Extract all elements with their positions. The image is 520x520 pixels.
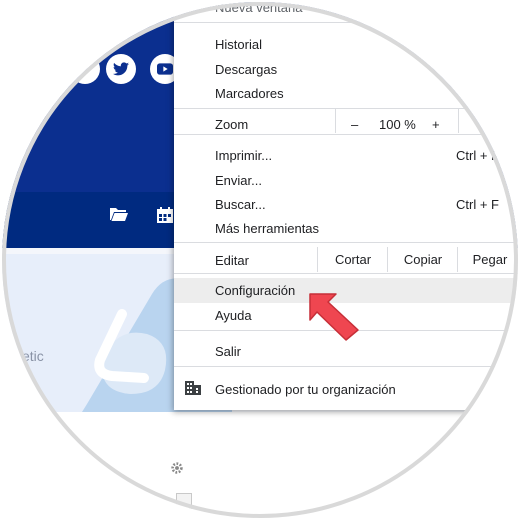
menu-item-history[interactable]: Historial: [215, 37, 262, 52]
zoom-divider: [335, 108, 336, 133]
screenshot-stage: etic Nueva ventana Historial Descargas M…: [0, 0, 520, 520]
zoom-divider: [458, 108, 459, 133]
paste-label: Pegar: [472, 252, 508, 267]
menu-separator: [174, 273, 518, 274]
page-lower-section: [2, 412, 518, 518]
menu-item-exit[interactable]: Salir: [215, 344, 241, 359]
folder-icon[interactable]: [110, 207, 128, 226]
menu-item-zoom: Zoom: [215, 117, 249, 132]
managed-by-org-text[interactable]: Gestionado por tu organización: [215, 382, 396, 397]
zoom-out-button[interactable]: –: [351, 117, 358, 132]
menu-item-new-window[interactable]: Nueva ventana: [215, 2, 302, 15]
twitter-icon[interactable]: [106, 54, 136, 84]
menu-separator: [174, 108, 518, 109]
building-icon: [185, 379, 201, 400]
menu-separator: [174, 242, 518, 243]
cut-button[interactable]: Cortar: [317, 247, 388, 272]
calendar-icon[interactable]: [157, 207, 173, 228]
menu-separator: [174, 366, 518, 367]
menu-item-send[interactable]: Enviar...: [215, 173, 262, 188]
banner-text: etic: [22, 348, 44, 364]
menu-item-print[interactable]: Imprimir...: [215, 148, 272, 163]
zoom-level: 100 %: [379, 117, 416, 132]
menu-item-edit: Editar: [215, 253, 249, 268]
copy-label: Copiar: [403, 252, 443, 267]
menu-item-settings[interactable]: Configuración: [215, 283, 295, 298]
print-shortcut: Ctrl + P: [456, 148, 500, 163]
gear-icon[interactable]: [170, 461, 184, 480]
menu-item-bookmarks[interactable]: Marcadores: [215, 86, 284, 101]
magnifier-circle: etic Nueva ventana Historial Descargas M…: [2, 2, 518, 518]
pointer-arrow-icon: [302, 288, 366, 349]
cut-label: Cortar: [334, 252, 372, 267]
zoom-in-button[interactable]: +: [432, 117, 440, 132]
checkbox[interactable]: [176, 493, 192, 509]
menu-item-help[interactable]: Ayuda: [215, 308, 252, 323]
menu-item-more-tools[interactable]: Más herramientas: [215, 221, 319, 236]
paste-button[interactable]: Pegar: [457, 247, 518, 272]
menu-item-find[interactable]: Buscar...: [215, 197, 266, 212]
copy-button[interactable]: Copiar: [387, 247, 458, 272]
social-icon-partial[interactable]: [70, 54, 100, 84]
menu-separator: [174, 22, 518, 23]
find-shortcut: Ctrl + F: [456, 197, 499, 212]
menu-separator: [174, 134, 518, 135]
menu-item-downloads[interactable]: Descargas: [215, 62, 277, 77]
